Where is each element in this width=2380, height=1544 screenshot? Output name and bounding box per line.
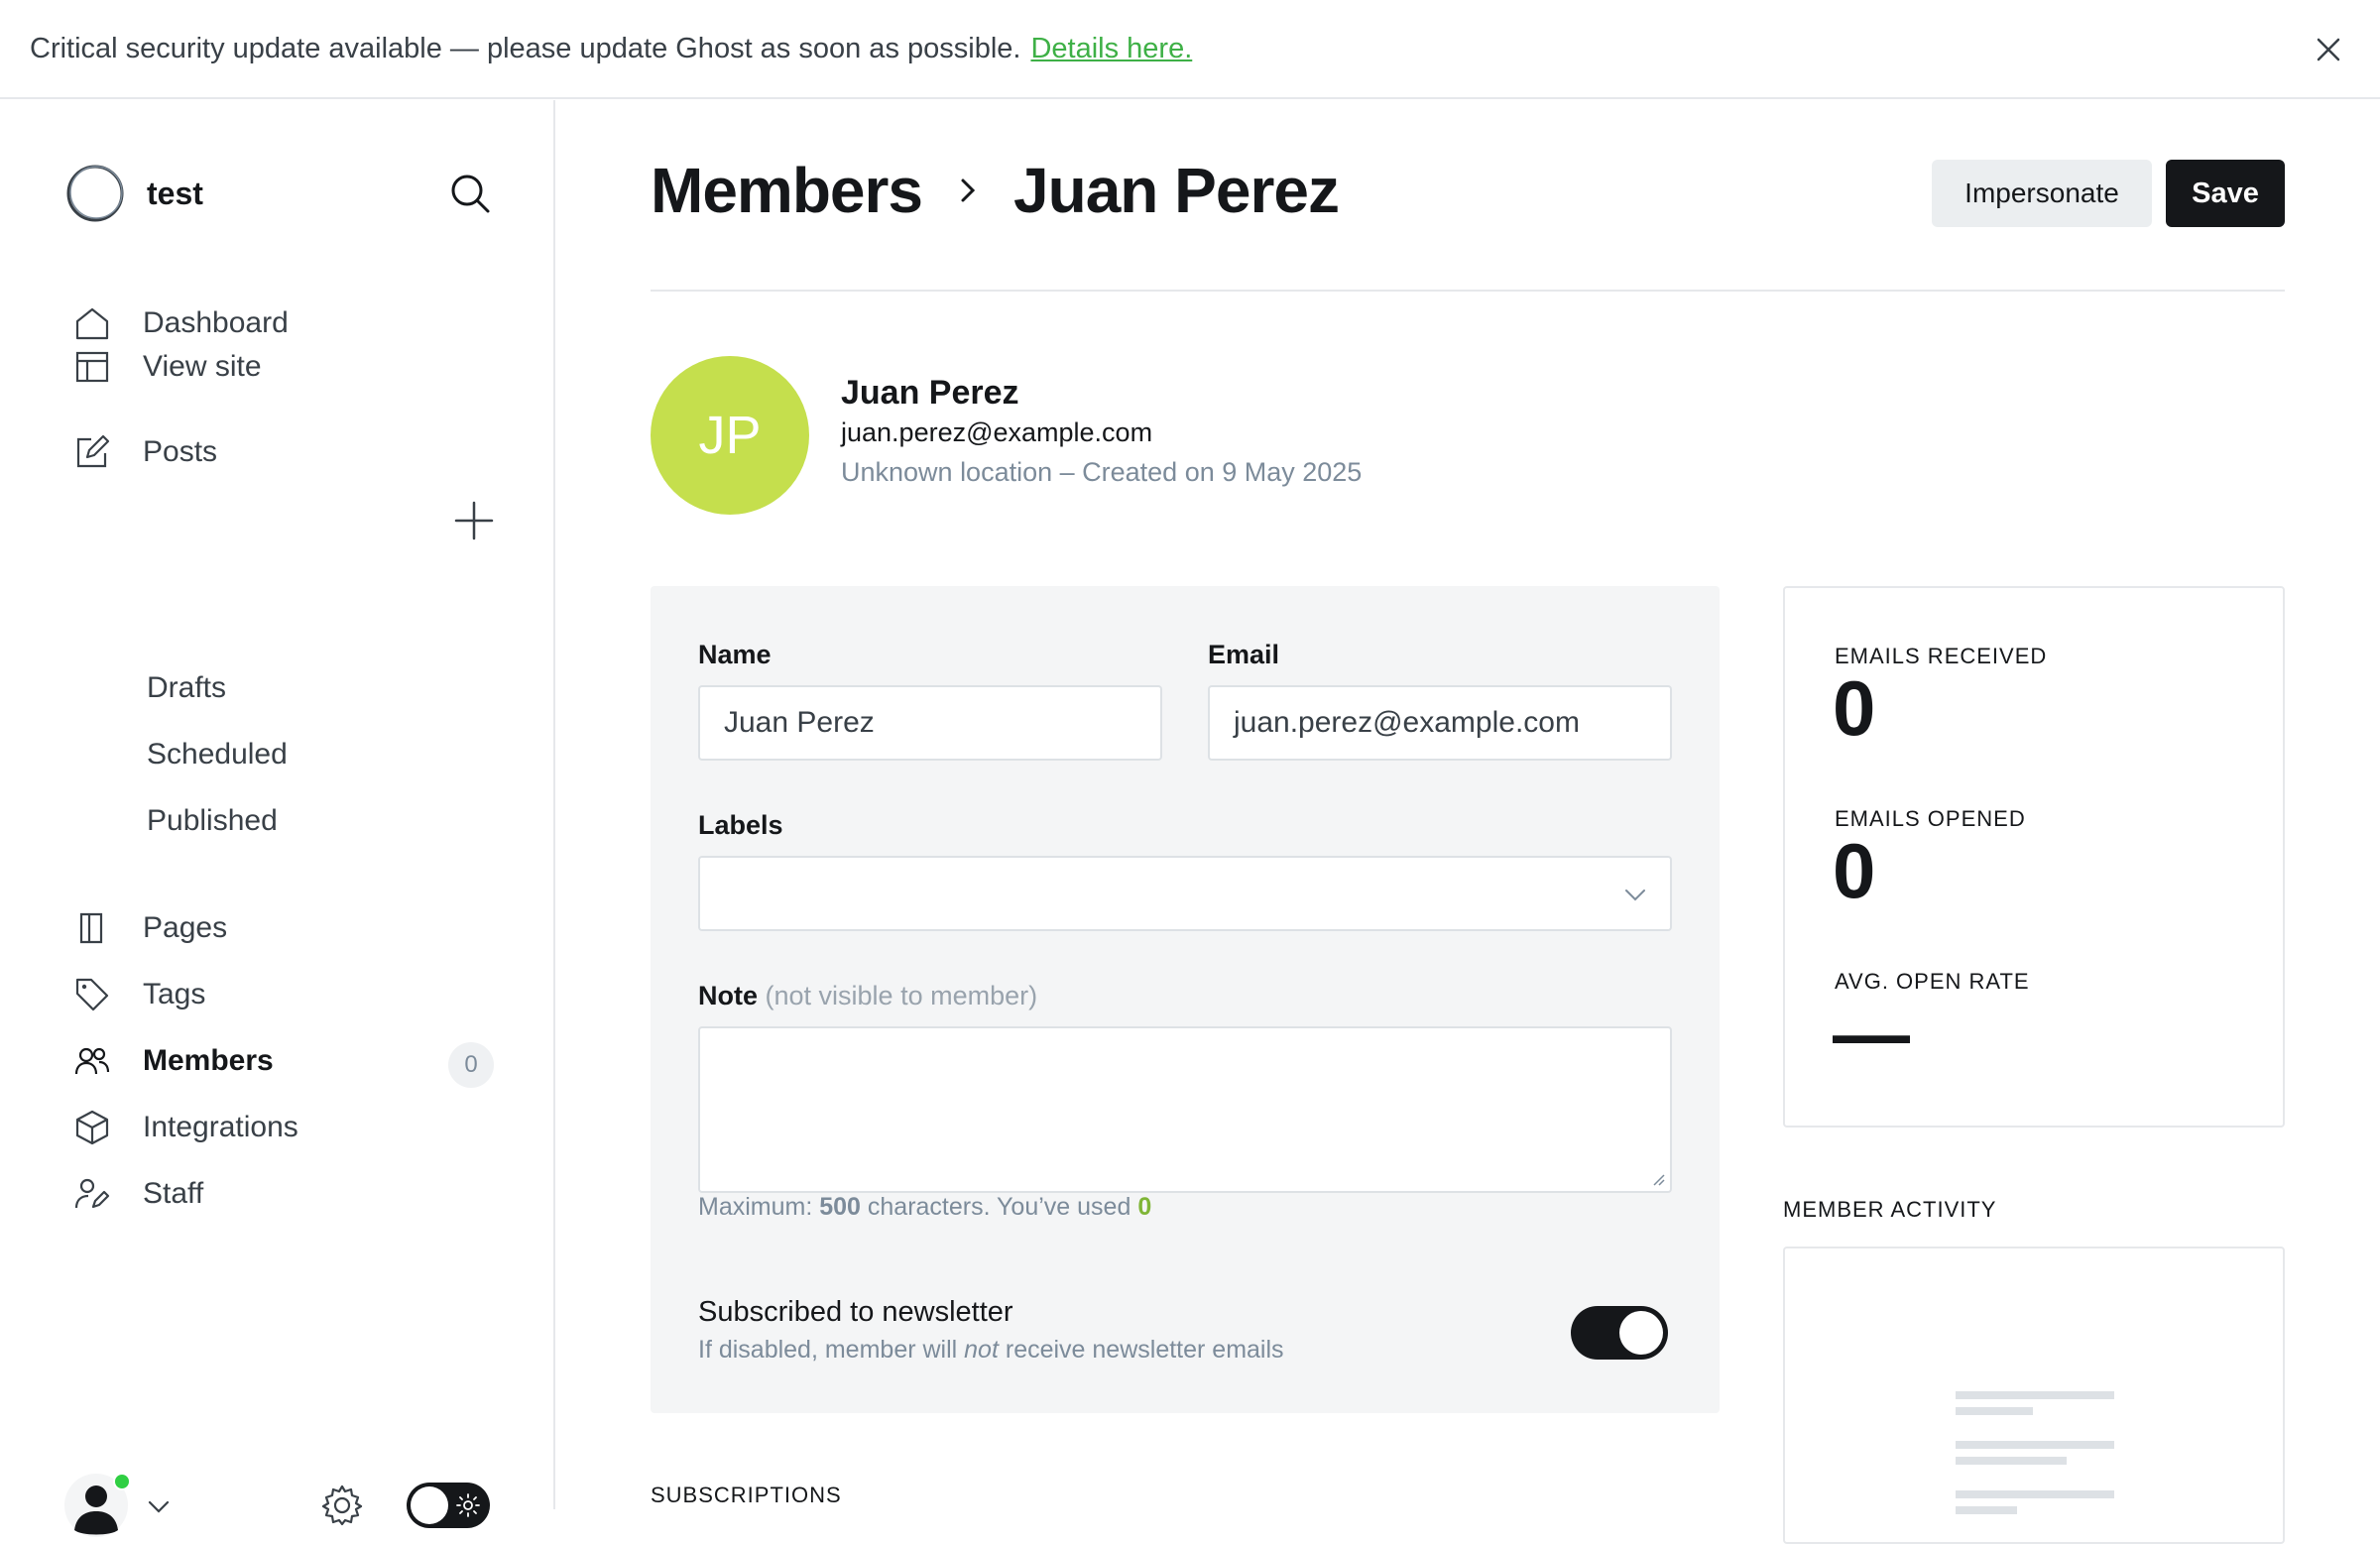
note-char-counter: Maximum: 500 characters. You’ve used 0	[698, 1193, 1151, 1222]
newsletter-description: If disabled, member will not receive new…	[698, 1336, 1284, 1365]
sidebar-subitem-published[interactable]: Published	[147, 796, 278, 846]
member-form: Name Juan Perez Email juan.perez@example…	[651, 586, 1720, 1413]
theme-toggle-knob	[411, 1486, 448, 1524]
layout-icon	[75, 351, 109, 383]
security-banner: Critical security update available — ple…	[0, 0, 2380, 99]
name-field[interactable]: Juan Perez	[698, 685, 1162, 761]
chevron-down-icon[interactable]	[145, 1492, 173, 1520]
newsletter-desc-em: not	[964, 1336, 999, 1364]
sidebar-item-view-site[interactable]: View site	[73, 340, 510, 394]
banner-details-link[interactable]: Details here.	[1030, 33, 1192, 65]
gear-icon[interactable]	[319, 1483, 365, 1528]
sidebar-item-label: Members	[143, 1044, 274, 1077]
breadcrumb-members[interactable]: Members	[651, 154, 923, 227]
tag-icon	[75, 978, 109, 1011]
sidebar-item-label: Integrations	[143, 1111, 298, 1143]
subscriptions-heading: SUBSCRIPTIONS	[651, 1483, 842, 1507]
banner-message: Critical security update available — ple…	[30, 32, 1021, 64]
member-email: juan.perez@example.com	[841, 417, 1153, 447]
emails-received-value: 0	[1833, 664, 1876, 752]
email-stats-card: EMAILS RECEIVED 0 EMAILS OPENED 0 AVG. O…	[1783, 586, 2285, 1128]
box-icon	[75, 1110, 109, 1145]
max-value: 500	[819, 1193, 861, 1221]
labels-label: Labels	[698, 810, 783, 840]
site-brand[interactable]: test	[63, 162, 203, 225]
sidebar-subitem-scheduled[interactable]: Scheduled	[147, 730, 288, 779]
search-icon[interactable]	[446, 170, 494, 217]
sun-icon	[456, 1493, 480, 1517]
page-icon	[79, 912, 103, 944]
sidebar-item-staff[interactable]: Staff	[73, 1167, 510, 1221]
labels-select[interactable]	[698, 856, 1672, 931]
sidebar-item-label: Posts	[143, 435, 218, 468]
edit-icon	[76, 434, 110, 468]
online-status-dot	[113, 1473, 131, 1490]
sidebar-item-pages[interactable]: Pages	[73, 901, 510, 955]
close-icon[interactable]	[2309, 30, 2348, 69]
main-content: Members Juan Perez Impersonate Save JP J…	[557, 100, 2380, 1544]
newsletter-title: Subscribed to newsletter	[698, 1296, 1013, 1328]
note-label: Note (not visible to member)	[698, 981, 1037, 1011]
home-icon	[75, 307, 109, 340]
note-hint: (not visible to member)	[765, 981, 1038, 1010]
sidebar-item-label: Dashboard	[143, 306, 289, 339]
sidebar-item-label: Pages	[143, 911, 228, 944]
sidebar-item-label: View site	[143, 350, 262, 383]
sidebar-item-members[interactable]: Members	[73, 1034, 510, 1088]
chevron-right-icon	[961, 178, 976, 202]
empty-activity-illustration	[1956, 1391, 2114, 1514]
user-avatar[interactable]	[63, 1473, 131, 1538]
newsletter-toggle-knob	[1619, 1311, 1663, 1355]
member-avatar: JP	[651, 356, 809, 515]
member-name: Juan Perez	[841, 374, 1019, 412]
member-meta: Unknown location – Created on 9 May 2025	[841, 457, 1363, 487]
site-logo-icon	[66, 165, 124, 222]
email-label: Email	[1208, 640, 1280, 669]
sidebar-subitem-drafts[interactable]: Drafts	[147, 663, 226, 713]
new-post-plus-icon[interactable]	[452, 499, 496, 542]
site-name: test	[147, 175, 203, 211]
sidebar-item-integrations[interactable]: Integrations	[73, 1101, 510, 1154]
open-rate-value: —	[1833, 990, 1910, 1077]
newsletter-desc-before: If disabled, member will	[698, 1336, 965, 1364]
chevron-down-icon	[1625, 890, 1645, 901]
sidebar: test Dashboard View site Posts Drafts Sc…	[0, 100, 555, 1537]
members-count-badge: 0	[448, 1042, 494, 1088]
newsletter-desc-after: receive newsletter emails	[998, 1336, 1284, 1364]
sidebar-item-label: Tags	[143, 978, 206, 1010]
save-button[interactable]: Save	[2166, 160, 2285, 227]
theme-toggle[interactable]	[407, 1483, 490, 1528]
email-field[interactable]: juan.perez@example.com	[1208, 685, 1672, 761]
note-textarea[interactable]	[698, 1026, 1672, 1193]
member-activity-card	[1783, 1247, 2285, 1544]
note-label-text: Note	[698, 981, 758, 1010]
members-icon	[74, 1047, 110, 1075]
used-value: 0	[1137, 1193, 1152, 1221]
header-divider	[651, 290, 2285, 292]
max-middle: characters. You’ve used	[860, 1193, 1138, 1221]
newsletter-toggle[interactable]	[1571, 1306, 1668, 1360]
sidebar-item-label: Staff	[143, 1177, 204, 1210]
sidebar-item-tags[interactable]: Tags	[73, 968, 510, 1021]
staff-icon	[74, 1178, 110, 1209]
impersonate-button[interactable]: Impersonate	[1932, 160, 2152, 227]
max-prefix: Maximum:	[698, 1193, 820, 1221]
emails-opened-value: 0	[1833, 827, 1876, 914]
sidebar-item-posts[interactable]: Posts	[73, 425, 510, 479]
resize-handle-icon[interactable]	[1650, 1171, 1666, 1187]
member-activity-heading: MEMBER ACTIVITY	[1783, 1197, 1997, 1222]
page-title: Members Juan Perez	[651, 154, 1340, 227]
member-title: Juan Perez	[1013, 155, 1340, 226]
name-label: Name	[698, 640, 772, 669]
